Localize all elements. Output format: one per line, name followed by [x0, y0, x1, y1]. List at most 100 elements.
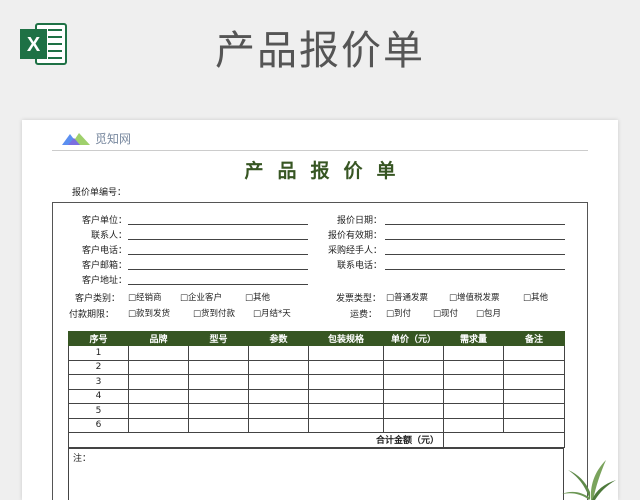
quote-validity-field[interactable]	[385, 239, 565, 240]
cell[interactable]	[503, 345, 565, 361]
header-divider	[52, 150, 588, 151]
row-index: 5	[68, 403, 129, 419]
cell[interactable]	[188, 388, 249, 404]
cell[interactable]	[128, 403, 189, 419]
purchaser-field[interactable]	[385, 254, 565, 255]
col-header-packaging: 包装规格	[308, 331, 384, 346]
table-row: 4	[68, 388, 565, 404]
row-index: 2	[68, 359, 129, 375]
cell[interactable]	[383, 374, 444, 390]
payment-option-monthly[interactable]: □月结*天	[253, 307, 291, 319]
cell[interactable]	[128, 359, 189, 375]
cell[interactable]	[383, 388, 444, 404]
total-amount-label: 合计金额（元）	[68, 432, 444, 448]
freight-label: 运费：	[350, 310, 378, 320]
cell[interactable]	[443, 359, 504, 375]
customer-phone-field[interactable]	[128, 254, 308, 255]
table-row: 1	[68, 345, 565, 361]
cell[interactable]	[308, 417, 384, 433]
cell[interactable]	[383, 345, 444, 361]
cell[interactable]	[248, 374, 309, 390]
payment-option-prepay[interactable]: □款到发货	[128, 307, 170, 319]
cell[interactable]	[383, 403, 444, 419]
cell[interactable]	[248, 417, 309, 433]
customer-email-field[interactable]	[128, 269, 308, 270]
cell[interactable]	[248, 359, 309, 375]
row-index: 3	[68, 374, 129, 390]
document-page: 觅知网 产品报价单 报价单编号： 客户单位： 联系人： 客户电话： 客户邮箱： …	[22, 120, 618, 500]
cell[interactable]	[443, 417, 504, 433]
cell[interactable]	[383, 359, 444, 375]
table-row: 6	[68, 417, 565, 433]
cell[interactable]	[443, 388, 504, 404]
cell[interactable]	[503, 359, 565, 375]
payment-terms-label: 付款期限：	[69, 310, 115, 320]
customer-type-option-other[interactable]: □其他	[245, 291, 270, 303]
col-header-brand: 品牌	[128, 331, 189, 346]
cell[interactable]	[128, 417, 189, 433]
customer-email-label: 客户邮箱：	[81, 261, 127, 271]
notes-box[interactable]: 注：	[68, 448, 564, 500]
customer-type-label: 客户类别：	[75, 294, 121, 304]
customer-address-field[interactable]	[128, 284, 308, 285]
cell[interactable]	[308, 374, 384, 390]
col-header-unit-price: 单价（元）	[383, 331, 444, 346]
quote-date-field[interactable]	[385, 224, 565, 225]
freight-option-collect[interactable]: □到付	[386, 307, 411, 319]
cell[interactable]	[308, 403, 384, 419]
contact-phone-field[interactable]	[385, 269, 565, 270]
cell[interactable]	[443, 345, 504, 361]
cell[interactable]	[503, 374, 565, 390]
logo-text: 觅知网	[95, 132, 132, 146]
cell[interactable]	[308, 388, 384, 404]
notes-label: 注：	[73, 454, 92, 464]
freight-option-prepaid[interactable]: □现付	[433, 307, 458, 319]
customer-phone-label: 客户电话：	[81, 246, 127, 256]
quote-date-label: 报价日期：	[336, 216, 382, 226]
cell[interactable]	[503, 388, 565, 404]
cell[interactable]	[248, 403, 309, 419]
banner-title: 产品报价单	[215, 28, 425, 74]
cell[interactable]	[128, 345, 189, 361]
invoice-type-label: 发票类型：	[336, 294, 382, 304]
cell[interactable]	[188, 374, 249, 390]
invoice-type-option-normal[interactable]: □普通发票	[386, 291, 428, 303]
cell[interactable]	[503, 417, 565, 433]
col-header-params: 参数	[248, 331, 309, 346]
cell[interactable]	[188, 417, 249, 433]
cell[interactable]	[308, 345, 384, 361]
cell[interactable]	[383, 417, 444, 433]
contact-person-field[interactable]	[128, 239, 308, 240]
cell[interactable]	[248, 345, 309, 361]
cell[interactable]	[308, 359, 384, 375]
row-index: 6	[68, 417, 129, 433]
customer-company-field[interactable]	[128, 224, 308, 225]
col-header-remarks: 备注	[503, 331, 565, 346]
payment-option-cod[interactable]: □货到付款	[193, 307, 235, 319]
contact-phone-label: 联系电话：	[336, 261, 382, 271]
cell[interactable]	[503, 403, 565, 419]
product-table: 序号 品牌 型号 参数 包装规格 单价（元） 需求量 备注 1 2 3 4 5 …	[68, 331, 565, 448]
cell[interactable]	[443, 403, 504, 419]
invoice-type-option-other[interactable]: □其他	[523, 291, 548, 303]
cell[interactable]	[188, 345, 249, 361]
row-index: 1	[68, 345, 129, 361]
cell[interactable]	[443, 374, 504, 390]
cell[interactable]	[128, 388, 189, 404]
cell[interactable]	[128, 374, 189, 390]
table-row: 5	[68, 403, 565, 419]
row-index: 4	[68, 388, 129, 404]
invoice-type-option-vat[interactable]: □增值税发票	[449, 291, 500, 303]
customer-type-option-enterprise[interactable]: □企业客户	[180, 291, 222, 303]
cell[interactable]	[188, 403, 249, 419]
plant-icon	[562, 460, 616, 500]
customer-company-label: 客户单位：	[81, 216, 127, 226]
quote-form-frame: 客户单位： 联系人： 客户电话： 客户邮箱： 客户地址： 报价日期： 报价有效期…	[52, 202, 588, 500]
table-header-row: 序号 品牌 型号 参数 包装规格 单价（元） 需求量 备注	[68, 331, 565, 346]
customer-type-option-dealer[interactable]: □经销商	[128, 291, 162, 303]
cell[interactable]	[188, 359, 249, 375]
cell[interactable]	[248, 388, 309, 404]
freight-option-monthly[interactable]: □包月	[476, 307, 501, 319]
contact-person-label: 联系人：	[90, 231, 127, 241]
total-amount-cell[interactable]	[443, 432, 565, 448]
